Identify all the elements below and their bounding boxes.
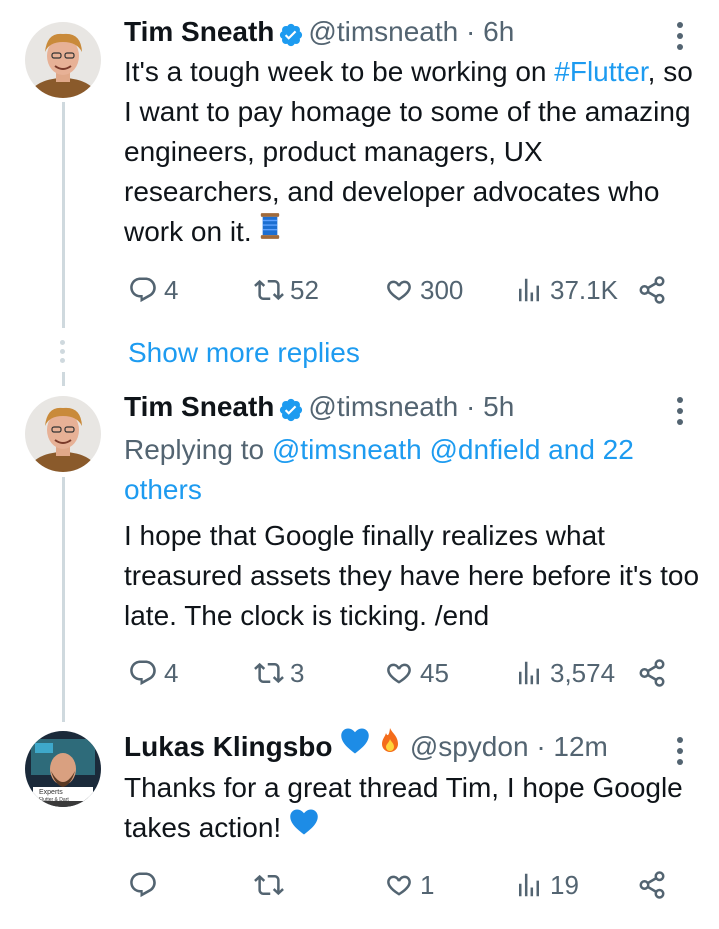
hashtag-link[interactable]: #Flutter bbox=[554, 56, 647, 87]
author-handle[interactable]: @timsneath bbox=[308, 16, 458, 47]
retweet-button[interactable]: 3 bbox=[254, 653, 304, 693]
share-icon bbox=[639, 871, 665, 899]
tweet-time[interactable]: · 6h bbox=[466, 16, 514, 47]
thread-spool-icon bbox=[259, 211, 281, 251]
tweet-3[interactable]: Experts Flutter & Dart Lukas Klingsbo @s… bbox=[0, 727, 719, 927]
view-count: 19 bbox=[550, 869, 579, 900]
author-handle[interactable]: @spydon bbox=[410, 731, 529, 762]
view-count: 37.1K bbox=[550, 274, 618, 305]
thread-line bbox=[62, 102, 65, 328]
avatar-tim-sneath[interactable] bbox=[25, 396, 101, 472]
thread-gap-dots bbox=[60, 340, 66, 367]
views-icon bbox=[519, 661, 539, 685]
views-button[interactable]: 37.1K bbox=[514, 270, 618, 310]
tweet-time[interactable]: · 5h bbox=[466, 391, 514, 422]
reply-button[interactable]: 4 bbox=[128, 653, 178, 693]
fire-icon bbox=[378, 726, 402, 766]
like-count: 45 bbox=[420, 657, 449, 688]
tweet-text-part: It's a tough week to be working on bbox=[124, 56, 555, 87]
retweet-count: 3 bbox=[290, 657, 305, 688]
tweet-actions: 1 19 bbox=[124, 865, 684, 905]
reply-count: 4 bbox=[164, 657, 179, 688]
heart-icon bbox=[387, 875, 411, 896]
tweet-header: Tim Sneath @timsneath · 6h bbox=[124, 12, 514, 52]
tweet-time[interactable]: · 12m bbox=[536, 731, 608, 762]
retweet-button[interactable] bbox=[254, 865, 290, 905]
show-more-replies-link[interactable]: Show more replies bbox=[128, 333, 360, 373]
heart-icon bbox=[387, 280, 411, 301]
author-name[interactable]: Lukas Klingsbo bbox=[124, 731, 332, 762]
share-button[interactable] bbox=[637, 653, 667, 693]
retweet-icon bbox=[254, 279, 284, 301]
avatar-lukas-klingsbo[interactable]: Experts Flutter & Dart bbox=[25, 731, 101, 807]
tweet-text: It's a tough week to be working on #Flut… bbox=[124, 52, 699, 254]
author-name[interactable]: Tim Sneath bbox=[124, 391, 274, 422]
like-count: 300 bbox=[420, 274, 464, 305]
replying-to: Replying to @timsneath @dnfield and 22 o… bbox=[124, 430, 699, 510]
like-button[interactable]: 45 bbox=[384, 653, 449, 693]
retweet-count: 52 bbox=[290, 274, 319, 305]
views-icon bbox=[519, 873, 539, 897]
blue-heart-icon bbox=[289, 807, 319, 847]
share-button[interactable] bbox=[637, 865, 667, 905]
author-name[interactable]: Tim Sneath bbox=[124, 16, 274, 47]
author-handle[interactable]: @timsneath bbox=[308, 391, 458, 422]
tweet-2[interactable]: Tim Sneath @timsneath · 5h Replying to @t… bbox=[0, 387, 719, 722]
retweet-icon bbox=[254, 662, 284, 684]
reply-button[interactable] bbox=[128, 865, 164, 905]
tweet-header: Tim Sneath @timsneath · 5h bbox=[124, 387, 514, 427]
more-options-icon[interactable] bbox=[677, 22, 685, 55]
share-button[interactable] bbox=[637, 270, 667, 310]
views-button[interactable]: 19 bbox=[514, 865, 579, 905]
reply-icon bbox=[130, 872, 156, 898]
like-button[interactable]: 1 bbox=[384, 865, 434, 905]
retweet-button[interactable]: 52 bbox=[254, 270, 319, 310]
verified-badge-icon bbox=[278, 19, 304, 46]
tweet-header: Lukas Klingsbo @spydon · 12m bbox=[124, 727, 608, 767]
verified-badge-icon bbox=[278, 394, 304, 421]
tweet-text-part: Thanks for a great thread Tim, I hope Go… bbox=[124, 772, 683, 843]
tweet-actions: 4 52 300 37.1K bbox=[124, 270, 684, 310]
reply-button[interactable]: 4 bbox=[128, 270, 178, 310]
reply-icon bbox=[130, 277, 156, 303]
retweet-icon bbox=[254, 874, 284, 896]
more-options-icon[interactable] bbox=[677, 397, 685, 430]
share-icon bbox=[639, 276, 665, 304]
tweet-actions: 4 3 45 3,574 bbox=[124, 653, 684, 693]
like-count: 1 bbox=[420, 869, 435, 900]
avatar-tim-sneath[interactable] bbox=[25, 22, 101, 98]
tweet-text: Thanks for a great thread Tim, I hope Go… bbox=[124, 768, 699, 850]
thread-line bbox=[62, 477, 65, 722]
reply-icon bbox=[130, 660, 156, 686]
more-options-icon[interactable] bbox=[677, 737, 685, 770]
thread-line bbox=[62, 372, 65, 386]
reply-count: 4 bbox=[164, 274, 179, 305]
experts-badge-sub: Flutter & Dart bbox=[39, 797, 69, 803]
tweet-text: I hope that Google finally realizes what… bbox=[124, 520, 700, 631]
view-count: 3,574 bbox=[550, 657, 616, 688]
share-icon bbox=[639, 659, 665, 687]
like-button[interactable]: 300 bbox=[384, 270, 463, 310]
heart-icon bbox=[387, 663, 411, 684]
experts-badge-label: Experts bbox=[39, 789, 63, 796]
blue-heart-icon bbox=[340, 726, 370, 766]
experts-badge: Experts Flutter & Dart bbox=[39, 789, 69, 804]
views-button[interactable]: 3,574 bbox=[514, 653, 615, 693]
views-icon bbox=[519, 278, 539, 302]
replying-to-prefix: Replying to bbox=[124, 434, 265, 465]
tweet-1[interactable]: Tim Sneath @timsneath · 6h It's a tough w… bbox=[0, 12, 719, 328]
